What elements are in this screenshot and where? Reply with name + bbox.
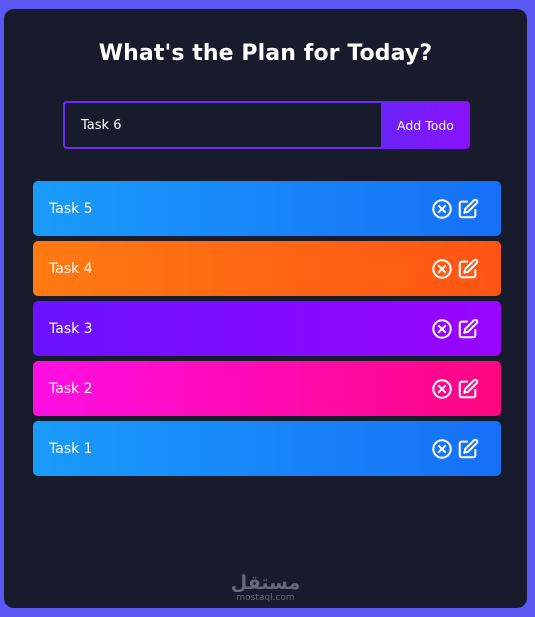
todo-app: What's the Plan for Today? Add Todo Task… [4, 9, 527, 608]
todo-item-actions [431, 438, 479, 460]
watermark: مستقل mostaql.com [4, 573, 527, 604]
todo-input[interactable] [63, 101, 381, 149]
todo-item-label: Task 3 [49, 320, 93, 337]
edit-icon[interactable] [457, 438, 479, 460]
close-circle-icon[interactable] [431, 378, 453, 400]
add-todo-button[interactable]: Add Todo [381, 101, 470, 149]
close-circle-icon[interactable] [431, 258, 453, 280]
todo-item-actions [431, 318, 479, 340]
todo-item: Task 1 [33, 421, 501, 476]
todo-item: Task 5 [33, 181, 501, 236]
todo-item-actions [431, 258, 479, 280]
page-title: What's the Plan for Today? [98, 41, 433, 66]
todo-item-actions [431, 198, 479, 220]
watermark-logo: مستقل [230, 572, 301, 594]
todo-item: Task 4 [33, 241, 501, 296]
todo-form: Add Todo [63, 101, 470, 149]
todo-item-actions [431, 378, 479, 400]
todo-list: Task 5 Task 4 Task 3 Task 2 Task 1 [33, 181, 501, 481]
todo-item: Task 3 [33, 301, 501, 356]
todo-item-label: Task 5 [49, 200, 93, 217]
edit-icon[interactable] [457, 318, 479, 340]
todo-item-label: Task 1 [49, 440, 93, 457]
close-circle-icon[interactable] [431, 318, 453, 340]
close-circle-icon[interactable] [431, 198, 453, 220]
watermark-site: mostaql.com [236, 593, 295, 603]
edit-icon[interactable] [457, 378, 479, 400]
todo-item: Task 2 [33, 361, 501, 416]
close-circle-icon[interactable] [431, 438, 453, 460]
todo-item-label: Task 2 [49, 380, 93, 397]
edit-icon[interactable] [457, 258, 479, 280]
todo-item-label: Task 4 [49, 260, 93, 277]
edit-icon[interactable] [457, 198, 479, 220]
